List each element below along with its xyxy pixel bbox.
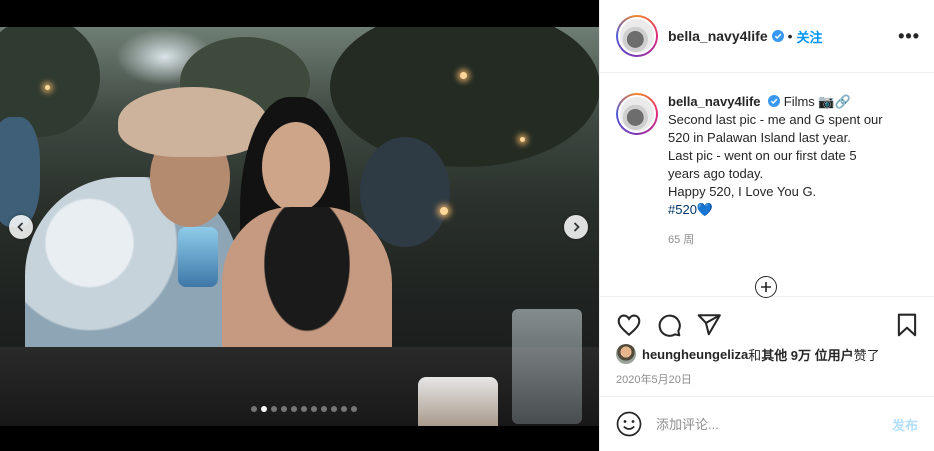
post-media	[0, 0, 599, 451]
caption: bella_navy4life Films 📷🔗 Second last pic…	[616, 93, 918, 249]
scenery-crowd-left	[0, 117, 40, 227]
hashtag-link[interactable]: #520	[668, 202, 697, 217]
plastic-cup	[512, 309, 582, 424]
verified-icon	[771, 30, 784, 42]
carousel-dot	[331, 406, 337, 412]
carousel-dot	[351, 406, 357, 412]
post-sidebar: bella_navy4life • 关注 ••• bella_navy4life…	[599, 0, 934, 451]
chevron-left-icon	[17, 222, 24, 232]
follow-button[interactable]: 关注	[797, 27, 823, 46]
load-more-comments-button[interactable]	[755, 276, 777, 298]
blue-heart-emoji: 💙	[696, 202, 714, 217]
caption-line: 520 in Palawan Island last year.	[668, 130, 851, 145]
caption-username[interactable]: bella_navy4life	[668, 94, 761, 109]
post-date[interactable]: 2020年5月20日	[600, 365, 934, 395]
likes-summary: heungheungeliza 和 其他 9万 位用户 赞了	[600, 343, 934, 365]
carousel-dot	[271, 406, 277, 412]
caption-line: Happy 520, I Love You G.	[668, 184, 817, 199]
verified-icon	[768, 95, 781, 107]
emoji-icon[interactable]	[616, 411, 642, 437]
likes-suffix: 赞了	[853, 347, 880, 363]
scenery-foliage-right	[330, 27, 599, 167]
post-header: bella_navy4life • 关注 •••	[600, 0, 934, 73]
caption-prefix: Films 📷🔗	[783, 94, 851, 109]
man-hat	[118, 87, 268, 157]
carousel-dot	[321, 406, 327, 412]
drink-glass	[178, 227, 218, 287]
caption-body: bella_navy4life Films 📷🔗 Second last pic…	[668, 93, 918, 249]
header-separator: •	[787, 28, 793, 44]
comment-icon[interactable]	[656, 312, 682, 338]
carousel-dot	[291, 406, 297, 412]
liker-avatar[interactable]	[616, 344, 636, 364]
carousel-prev-button[interactable]	[9, 215, 33, 239]
post-photo	[0, 27, 599, 426]
comments-section: bella_navy4life Films 📷🔗 Second last pic…	[600, 73, 934, 298]
plus-circle-icon	[761, 282, 771, 292]
caption-line: years ago today.	[668, 166, 764, 181]
chevron-right-icon	[573, 222, 580, 232]
caption-line: Second last pic - me and G spent our	[668, 112, 883, 127]
bookmark-icon[interactable]	[894, 312, 920, 338]
carousel-dot	[281, 406, 287, 412]
lamp-light	[45, 85, 50, 90]
carousel-dot	[261, 406, 267, 412]
lamp-light	[460, 72, 467, 79]
more-options-button[interactable]: •••	[898, 26, 920, 47]
coffee-cup	[418, 377, 498, 426]
caption-line: Last pic - went on our first date 5	[668, 148, 857, 163]
post-comment-button[interactable]: 发布	[892, 415, 918, 434]
carousel-dot	[311, 406, 317, 412]
author-avatar[interactable]	[616, 15, 658, 57]
liker-username[interactable]: heungheungeliza	[642, 347, 748, 362]
caption-avatar[interactable]	[616, 93, 658, 135]
action-bar	[600, 297, 934, 343]
table-surface	[0, 347, 599, 426]
comment-form: 发布	[600, 396, 934, 451]
heart-icon[interactable]	[616, 312, 642, 338]
carousel-dot	[301, 406, 307, 412]
lamp-light	[440, 207, 448, 215]
likes-and: 和	[748, 347, 762, 363]
carousel-dot	[251, 406, 257, 412]
author-username[interactable]: bella_navy4life	[668, 28, 768, 44]
lamp-light	[520, 137, 525, 142]
carousel-dot	[341, 406, 347, 412]
carousel-next-button[interactable]	[564, 215, 588, 239]
carousel-indicator	[251, 406, 357, 412]
likes-others-link[interactable]: 其他 9万 位用户	[761, 345, 853, 364]
share-icon[interactable]	[696, 312, 722, 338]
comment-input[interactable]	[656, 416, 892, 432]
woman-face	[262, 122, 330, 212]
caption-time[interactable]: 65 周	[668, 231, 918, 249]
